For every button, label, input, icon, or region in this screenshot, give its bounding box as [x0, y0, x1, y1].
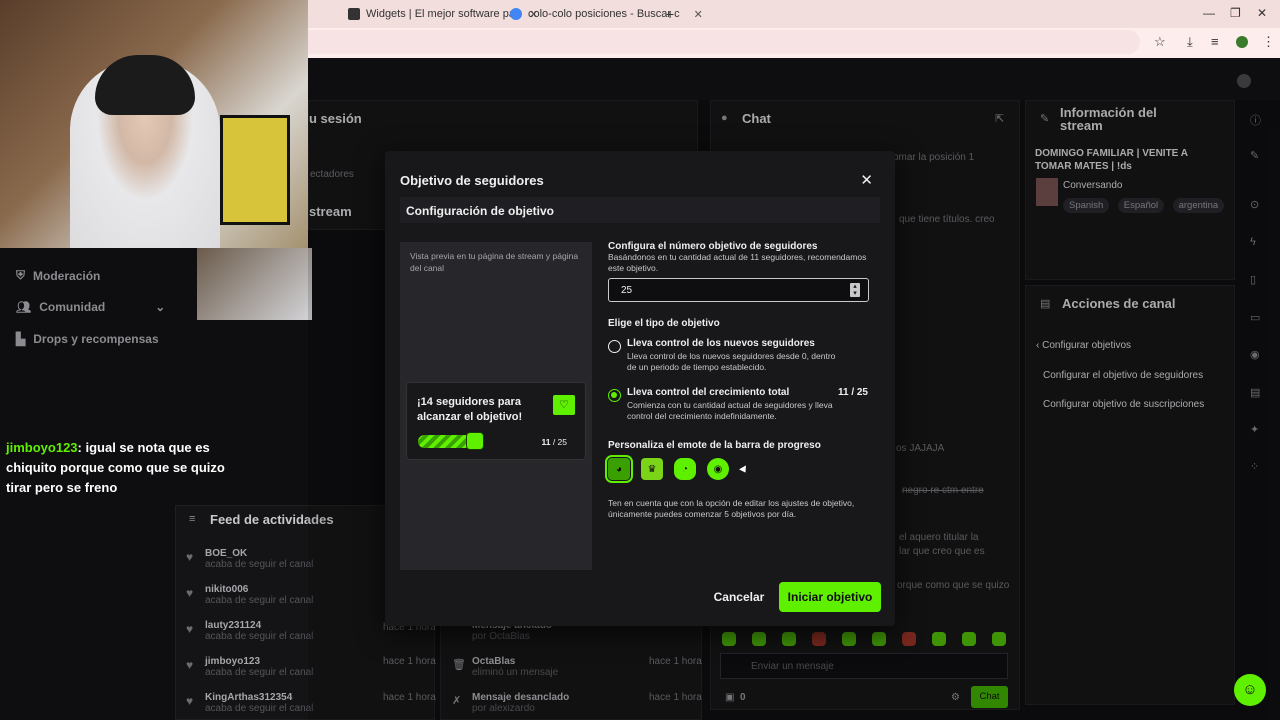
preview-goal-text: ¡14 seguidores para alcanzar el objetivo…: [417, 396, 523, 423]
sidebar-item-drops[interactable]: ▙ Drops y recompensas: [16, 332, 159, 346]
goal-notice: Ten en cuenta que con la opción de edita…: [608, 498, 855, 519]
feed-icon: ≡: [189, 513, 196, 525]
google-favicon-icon: [510, 8, 522, 20]
emote-option-icon[interactable]: ◉: [707, 458, 729, 480]
feed-user: BOE_OK: [205, 548, 248, 559]
feed-user: jimboyo123: [205, 656, 261, 667]
radio-new-followers[interactable]: [608, 340, 621, 353]
emote-picker: ◕ ♛ ◔ ◉: [605, 455, 729, 483]
target-label: Configura el número objetivo de seguidor…: [608, 241, 818, 252]
feed-action: acaba de seguir el canal: [205, 595, 314, 606]
modal-title: Objetivo de seguidores: [400, 173, 544, 188]
section-header: Configuración de objetivo: [400, 197, 880, 223]
feed-action: acaba de seguir el canal: [205, 631, 314, 642]
queue-icon[interactable]: ≡: [1211, 34, 1219, 49]
emote-option-icon[interactable]: ◔: [674, 458, 696, 480]
heart-icon: ♥: [186, 586, 194, 600]
download-icon[interactable]: ⤓: [1187, 34, 1193, 50]
option-title: Lleva control del crecimiento total: [627, 387, 790, 398]
feed-user: nikito006: [205, 584, 249, 595]
start-goal-button[interactable]: Iniciar objetivo: [779, 582, 881, 612]
heart-icon: ♥: [186, 658, 194, 672]
heart-icon: ♡: [553, 395, 575, 415]
shield-icon: ⛨: [16, 268, 26, 282]
overlay-chat-message: jimboyo123: igual se nota que es chiquit…: [6, 438, 226, 498]
bookmark-star-icon[interactable]: ☆: [1154, 34, 1166, 50]
sidebar-item-label: Moderación: [33, 268, 101, 283]
sidebar-item-moderation[interactable]: ⛨ Moderación: [16, 268, 100, 283]
close-tab-icon[interactable]: ✕: [694, 8, 703, 21]
list-item[interactable]: KingArthas312354 acaba de seguir el cana…: [205, 692, 313, 714]
sidebar-item-label: Drops y recompensas: [33, 332, 159, 346]
number-spinner-icon[interactable]: ▴ ▾: [850, 283, 860, 297]
preview-count: 11 / 25: [541, 437, 567, 447]
progress-emote-icon: [466, 432, 484, 450]
option-desc: Comienza con tu cantidad actual de segui…: [627, 400, 833, 421]
chevron-down-icon: ⌄: [155, 300, 166, 314]
browser-tab-label: colo-colo posiciones - Buscar c: [528, 8, 680, 20]
close-icon[interactable]: ✕: [860, 171, 873, 189]
target-number-input[interactable]: 25 ▴ ▾: [608, 278, 869, 302]
cancel-button[interactable]: Cancelar: [705, 583, 773, 611]
menu-dots-icon[interactable]: ⋮: [1262, 34, 1275, 50]
list-item[interactable]: nikito006 acaba de seguir el canal: [205, 584, 313, 606]
close-window-icon[interactable]: ✕: [1257, 6, 1267, 20]
goal-preview-card: ¡14 seguidores para alcanzar el objetivo…: [406, 382, 586, 460]
streamer-hair: [95, 55, 195, 115]
list-item[interactable]: lauty231124 acaba de seguir el canal: [205, 620, 313, 642]
framed-jersey: [220, 115, 290, 225]
type-label: Elige el tipo de objetivo: [608, 318, 720, 329]
heart-icon: ♥: [186, 694, 194, 708]
feed-action: acaba de seguir el canal: [205, 667, 314, 678]
user-avatar[interactable]: [1237, 74, 1251, 88]
option-desc: Lleva control de los nuevos seguidores d…: [627, 351, 836, 372]
minimize-icon[interactable]: —: [1203, 6, 1215, 20]
widgets-favicon-icon: [348, 8, 360, 20]
chart-icon: ▙: [16, 332, 26, 346]
emote-option-icon[interactable]: ◕: [605, 455, 633, 483]
target-hint: Basándonos en tu cantidad actual de 11 s…: [608, 252, 867, 273]
new-tab-button[interactable]: +: [666, 4, 674, 24]
feed-user: KingArthas312354: [205, 692, 293, 703]
target-value: 25: [621, 285, 633, 296]
heart-icon: ♥: [186, 550, 194, 564]
webcam-video: [0, 0, 308, 248]
preview-count-total: / 25: [550, 437, 567, 447]
sidebar-item-community[interactable]: 👥︎ Comunidad ⌄: [16, 300, 165, 314]
radio-total-growth[interactable]: [608, 389, 621, 402]
option-count: 11 / 25: [837, 387, 868, 398]
help-chat-icon[interactable]: ☺: [1234, 674, 1266, 706]
stream-preview-thumbnail: [197, 248, 312, 320]
emote-option-icon[interactable]: ♛: [641, 458, 663, 480]
feed-action: acaba de seguir el canal: [205, 703, 314, 714]
browser-tab-label: Widgets | El mejor software pa: [366, 8, 515, 20]
sidebar-item-label: Comunidad: [39, 300, 106, 314]
feed-action: acaba de seguir el canal: [205, 559, 314, 570]
preview-hint: Vista previa en tu página de stream y pá…: [410, 251, 579, 273]
follower-goal-modal: Objetivo de seguidores ✕ Configuración d…: [385, 151, 895, 626]
feed-user: lauty231124: [205, 620, 262, 631]
list-item[interactable]: jimboyo123 acaba de seguir el canal: [205, 656, 313, 678]
people-icon: 👥︎: [16, 300, 32, 314]
list-item[interactable]: BOE_OK acaba de seguir el canal: [205, 548, 313, 570]
restore-icon[interactable]: ❐: [1230, 6, 1241, 20]
heart-icon: ♥: [186, 622, 194, 636]
overlay-chat-user: jimboyo123: [6, 440, 78, 455]
address-bar[interactable]: [300, 30, 1140, 54]
emote-label: Personaliza el emote de la barra de prog…: [608, 440, 821, 451]
option-title: Lleva control de los nuevos seguidores: [627, 338, 815, 349]
profile-avatar-icon[interactable]: [1236, 36, 1248, 48]
preview-column: Vista previa en tu página de stream y pá…: [400, 242, 592, 570]
